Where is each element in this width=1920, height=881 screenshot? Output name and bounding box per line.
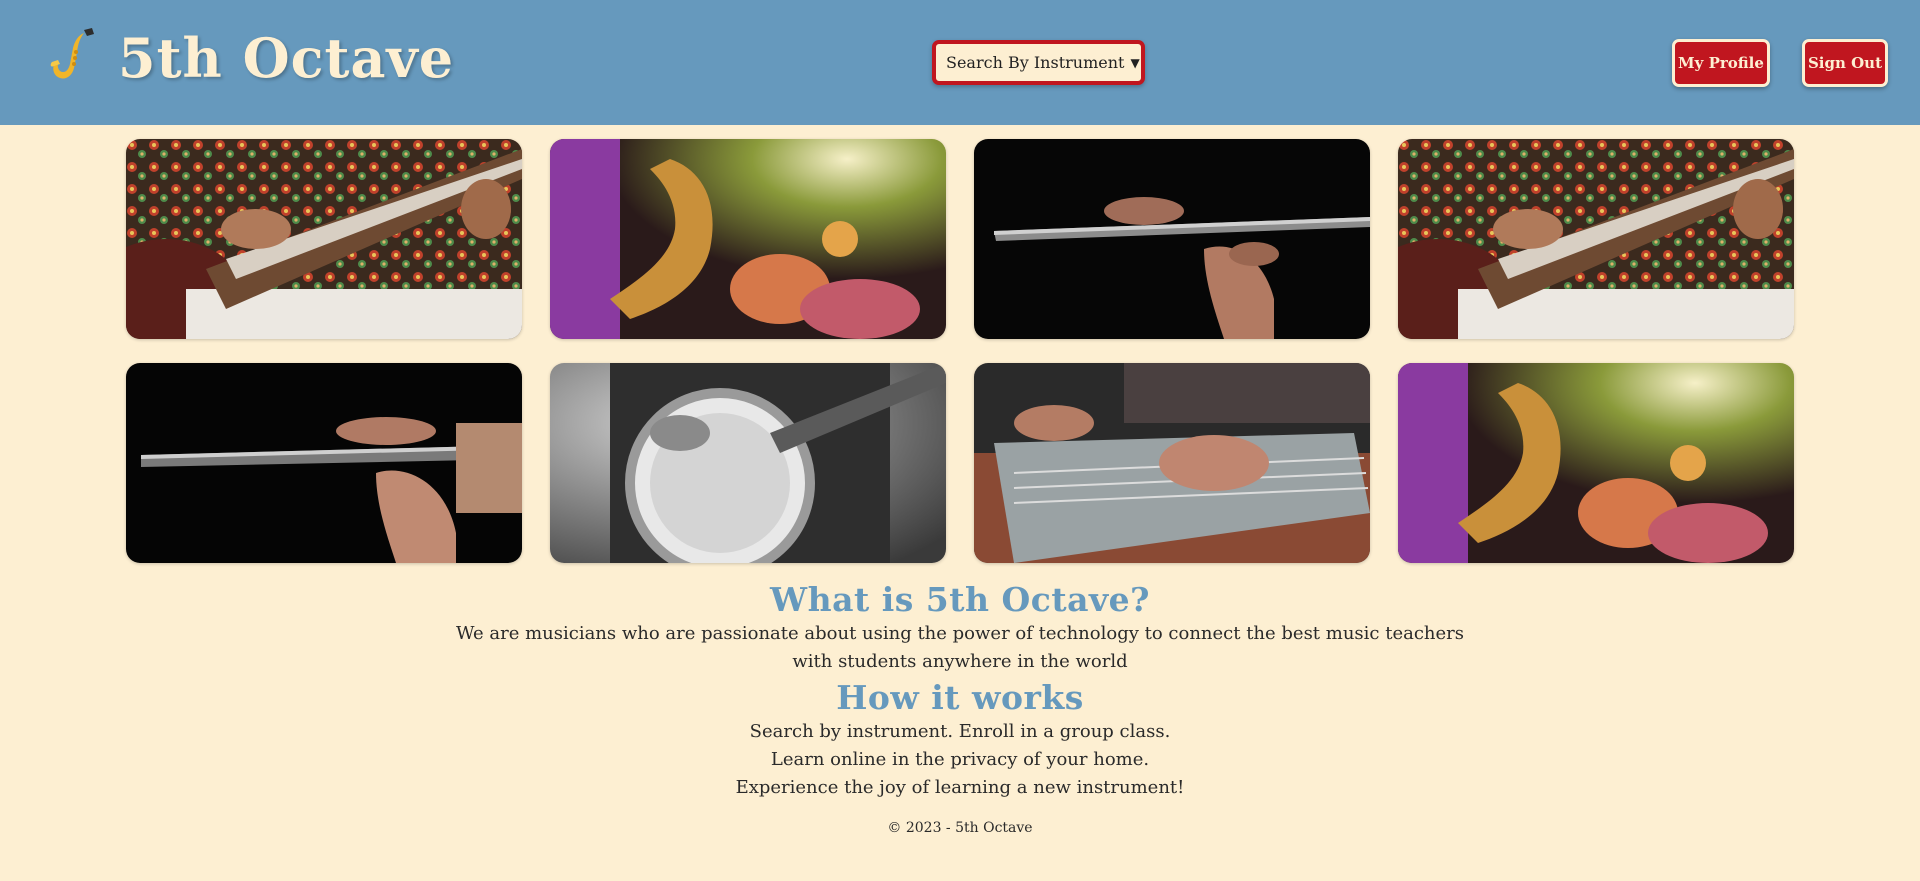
about-line-2: with students anywhere in the world [792,651,1128,672]
header: 5th Octave Search By Instrument ▼ My Pro… [0,0,1920,125]
gallery-image-flute [974,139,1370,339]
gallery-image-sitar [126,139,522,339]
how-line-1: Search by instrument. Enroll in a group … [749,721,1171,742]
sign-out-button[interactable]: Sign Out [1802,39,1888,87]
select-value: Search By Instrument [946,53,1125,72]
about-line-1: We are musicians who are passionate abou… [455,623,1465,644]
chevron-down-icon: ▼ [1130,55,1140,70]
gallery-image-sitar [1398,139,1794,339]
how-line-3: Experience the joy of learning a new ins… [735,777,1185,798]
how-line-2: Learn online in the privacy of your home… [770,749,1150,770]
gallery-image-saxophone [550,139,946,339]
gallery-image-saxophone [1398,363,1794,563]
about-section: What is 5th Octave? We are musicians who… [0,580,1920,802]
instrument-search-select[interactable]: Search By Instrument ▼ [932,40,1145,85]
saxophone-icon[interactable] [40,24,104,88]
my-profile-button[interactable]: My Profile [1672,39,1770,87]
gallery-image-pedal-steel [974,363,1370,563]
about-heading: What is 5th Octave? [770,580,1150,619]
footer-copyright: © 2023 - 5th Octave [887,820,1033,836]
brand-title[interactable]: 5th Octave [118,24,454,92]
how-it-works-heading: How it works [836,678,1084,717]
gallery-image-banjo [550,363,946,563]
gallery-image-flute [126,363,522,563]
